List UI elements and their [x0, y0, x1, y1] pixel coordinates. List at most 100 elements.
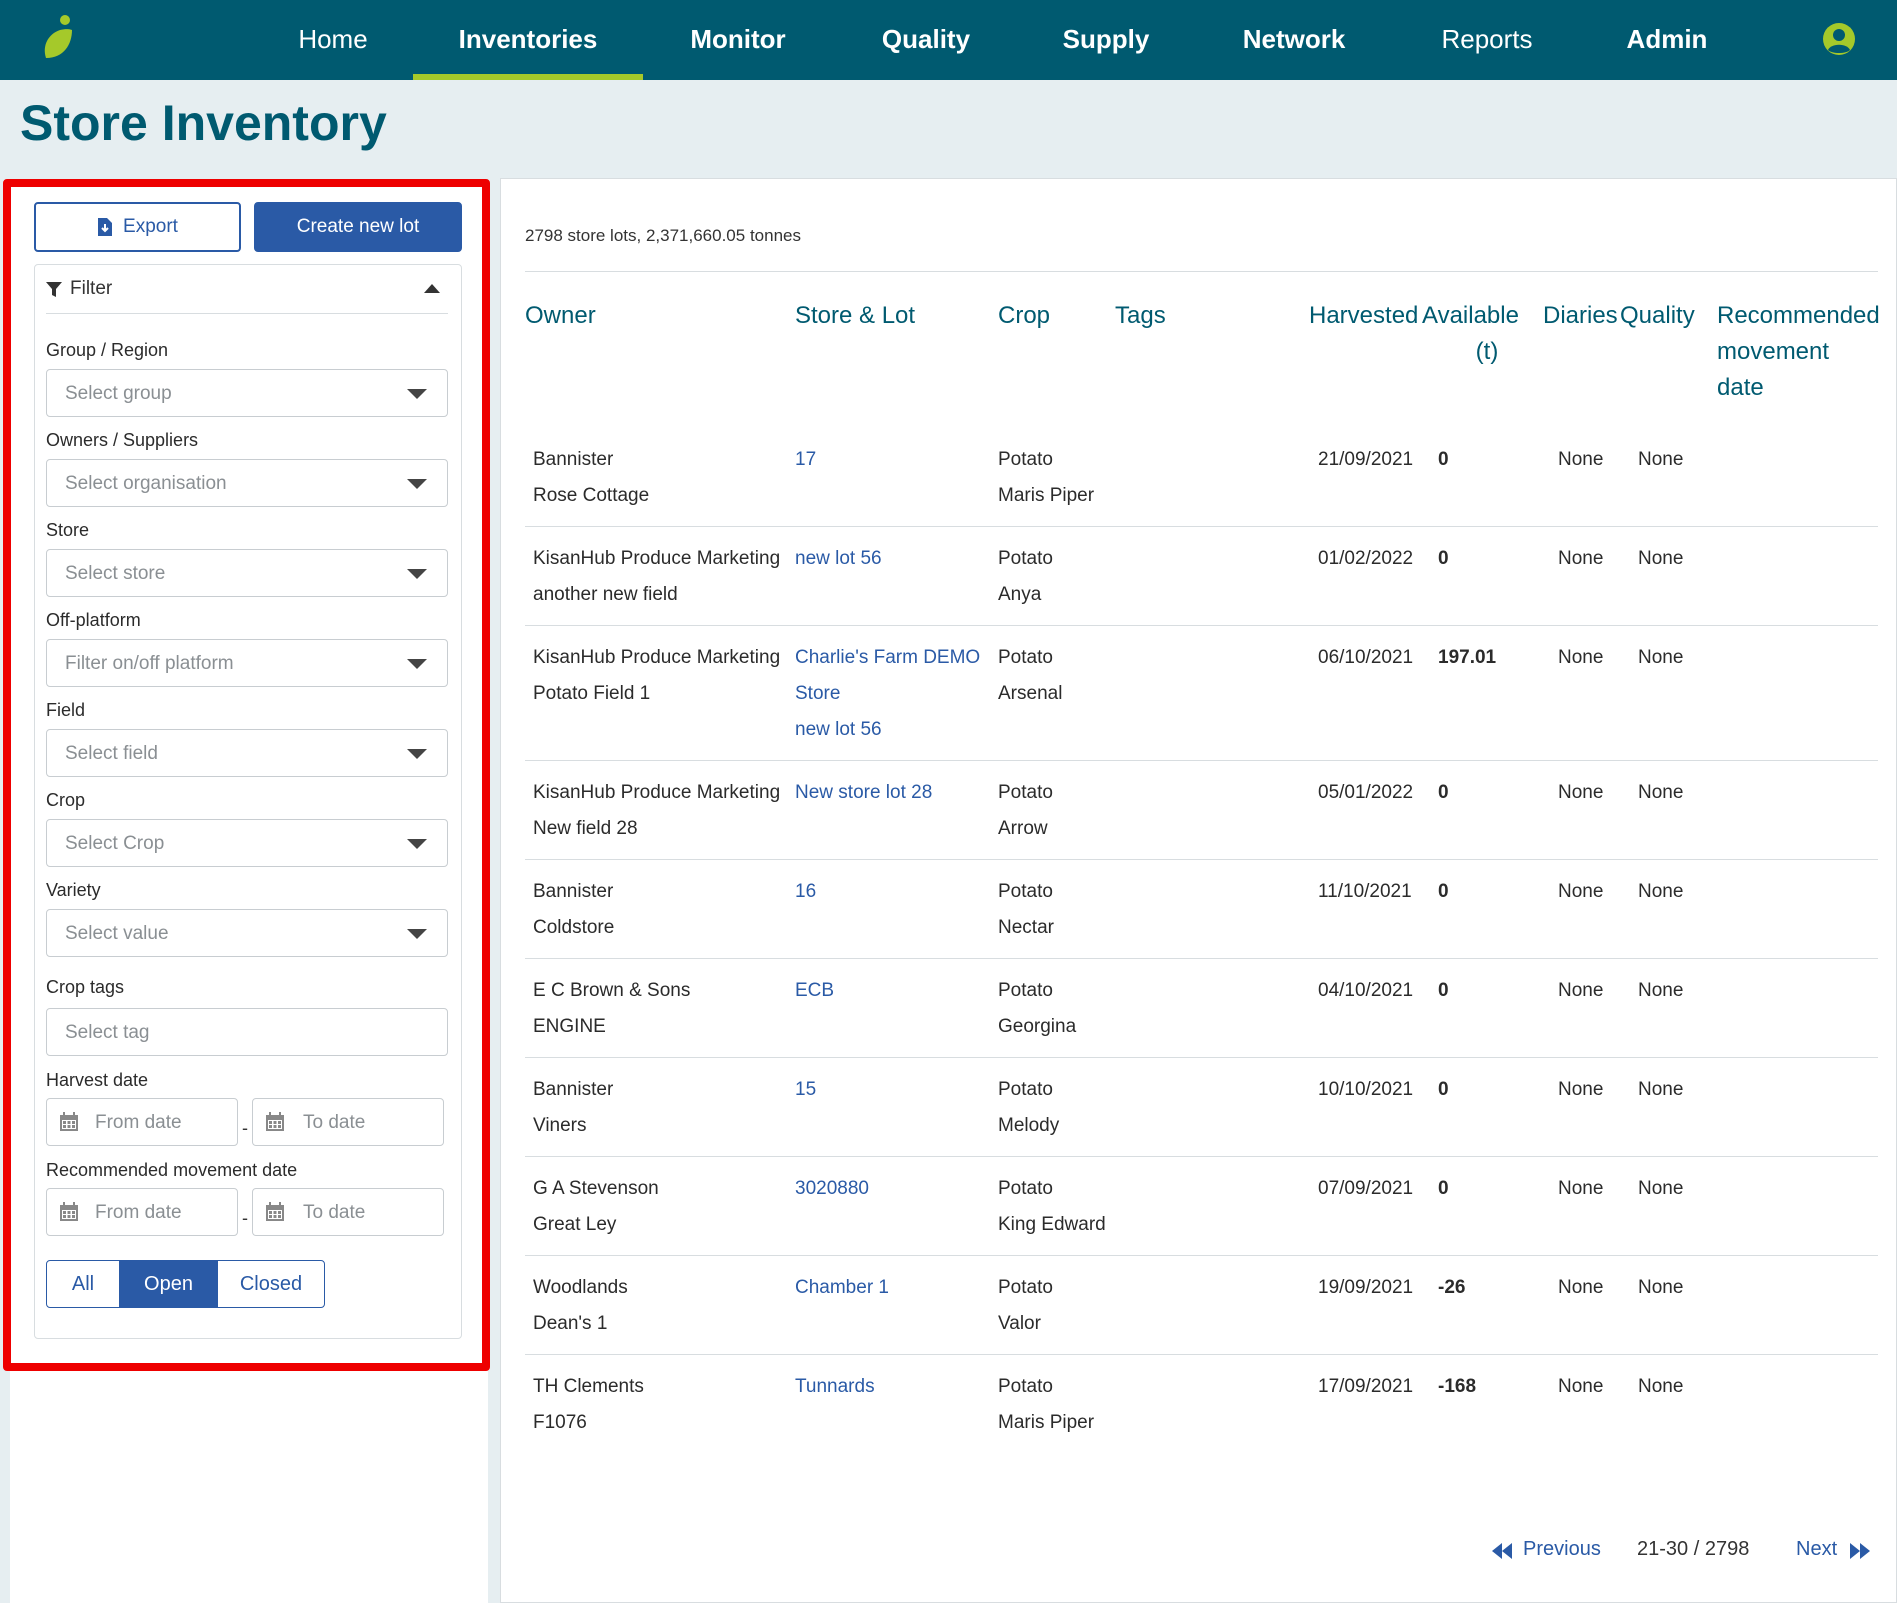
crop-variety: King Edward [998, 1214, 1106, 1235]
off-platform-select-placeholder: Filter on/off platform [65, 653, 234, 674]
movement-to-date-input[interactable]: To date [252, 1188, 444, 1236]
crop-variety: Maris Piper [998, 485, 1095, 506]
create-new-lot-button[interactable]: Create new lot [254, 202, 462, 252]
column-header-available[interactable]: Available [1422, 298, 1519, 334]
movement-from-date-input[interactable]: From date [46, 1188, 238, 1236]
status-all-button[interactable]: All [46, 1260, 120, 1308]
owner-field: Viners [533, 1115, 587, 1136]
store-select[interactable]: Select store [46, 549, 448, 597]
field-select-placeholder: Select field [65, 743, 158, 764]
diaries-value: None [1558, 548, 1604, 569]
nav-network[interactable]: Network [1229, 0, 1359, 80]
status-closed-button[interactable]: Closed [217, 1260, 325, 1308]
crop-variety: Valor [998, 1313, 1041, 1334]
column-header-recommended[interactable]: Recommended [1717, 298, 1880, 334]
store-lot-link[interactable]: Charlie's Farm DEMO [795, 640, 980, 676]
column-header-tags: Tags [1115, 302, 1166, 329]
harvest-to-date-input[interactable]: To date [252, 1098, 444, 1146]
nav-inventories[interactable]: Inventories [413, 0, 643, 80]
harvest-from-date-input[interactable]: From date [46, 1098, 238, 1146]
organisation-select[interactable]: Select organisation [46, 459, 448, 507]
crop-select-placeholder: Select Crop [65, 833, 165, 854]
quality-value: None [1638, 980, 1684, 1001]
group-select[interactable]: Select group [46, 369, 448, 417]
store-lot-link[interactable]: 15 [795, 1072, 816, 1108]
crop-name: Potato [998, 647, 1053, 668]
owner-field: Potato Field 1 [533, 683, 651, 704]
movement-date-label: Recommended movement date [46, 1160, 298, 1180]
row-divider [525, 958, 1878, 959]
quality-value: None [1638, 449, 1684, 470]
owner-name: E C Brown & Sons [533, 980, 691, 1001]
store-lot-link[interactable]: new lot 56 [795, 541, 882, 577]
nav-reports[interactable]: Reports [1427, 0, 1547, 80]
available-tonnes: 0 [1438, 1079, 1449, 1100]
diaries-value: None [1558, 881, 1604, 902]
chevron-down-icon [407, 749, 427, 759]
status-open-button[interactable]: Open [120, 1260, 217, 1308]
column-header-crop[interactable]: Crop [998, 298, 1050, 334]
variety-label: Variety [46, 880, 101, 900]
row-divider [525, 859, 1878, 860]
nav-quality[interactable]: Quality [866, 0, 986, 80]
quality-value: None [1638, 647, 1684, 668]
column-header-store-lot[interactable]: Store & Lot [795, 298, 915, 334]
column-header-owner[interactable]: Owner [525, 298, 596, 334]
owners-suppliers-label: Owners / Suppliers [46, 430, 199, 450]
harvested-date: 01/02/2022 [1318, 548, 1414, 569]
pagination-range: 21-30 / 2798 [1637, 1538, 1750, 1560]
calendar-icon [60, 1202, 78, 1221]
owner-name: TH Clements [533, 1376, 644, 1397]
nav-supply[interactable]: Supply [1046, 0, 1166, 80]
off-platform-select[interactable]: Filter on/off platform [46, 639, 448, 687]
nav-admin[interactable]: Admin [1612, 0, 1722, 80]
next-arrows-icon[interactable] [1849, 1542, 1871, 1560]
diaries-value: None [1558, 980, 1604, 1001]
store-lot-link[interactable]: 16 [795, 874, 816, 910]
date-range-separator: - [242, 1118, 248, 1138]
harvested-date: 21/09/2021 [1318, 449, 1414, 470]
date-range-separator: - [242, 1208, 248, 1228]
owner-field: New field 28 [533, 818, 638, 839]
column-header-harvested[interactable]: Harvested [1309, 298, 1418, 334]
owner-field: Great Ley [533, 1214, 617, 1235]
store-lot-link-line2[interactable]: Store [795, 676, 840, 712]
store-lot-link[interactable]: Chamber 1 [795, 1270, 889, 1306]
crop-variety: Maris Piper [998, 1412, 1095, 1433]
available-tonnes: -26 [1438, 1277, 1466, 1298]
export-button[interactable]: Export [34, 202, 241, 252]
store-lot-link[interactable]: 17 [795, 442, 816, 478]
harvested-date: 05/01/2022 [1318, 782, 1414, 803]
crop-select[interactable]: Select Crop [46, 819, 448, 867]
row-divider [525, 1354, 1878, 1355]
pagination-previous[interactable]: Previous [1523, 1538, 1601, 1561]
crop-variety: Nectar [998, 917, 1054, 938]
store-lot-link[interactable]: ECB [795, 973, 834, 1009]
store-select-placeholder: Select store [65, 563, 166, 584]
nav-monitor[interactable]: Monitor [678, 0, 798, 80]
app-logo-icon[interactable] [38, 14, 78, 62]
quality-value: None [1638, 1277, 1684, 1298]
column-header-recommended-line3: date [1717, 374, 1764, 401]
nav-home[interactable]: Home [283, 0, 383, 80]
column-header-quality: Quality [1620, 302, 1695, 329]
harvested-date: 07/09/2021 [1318, 1178, 1414, 1199]
filter-header[interactable]: Filter [46, 278, 448, 314]
store-lot-link[interactable]: Tunnards [795, 1369, 875, 1405]
user-account-icon[interactable] [1822, 22, 1856, 56]
owner-field: Coldstore [533, 917, 615, 938]
organisation-select-placeholder: Select organisation [65, 473, 227, 494]
quality-value: None [1638, 1079, 1684, 1100]
field-select[interactable]: Select field [46, 729, 448, 777]
diaries-value: None [1558, 782, 1604, 803]
previous-arrows-icon[interactable] [1491, 1542, 1513, 1560]
harvested-date: 04/10/2021 [1318, 980, 1414, 1001]
store-lot-link[interactable]: New store lot 28 [795, 775, 932, 811]
lot-link[interactable]: new lot 56 [795, 712, 882, 748]
variety-select[interactable]: Select value [46, 909, 448, 957]
pagination-next[interactable]: Next [1796, 1538, 1837, 1561]
store-lot-link[interactable]: 3020880 [795, 1171, 869, 1207]
crop-name: Potato [998, 881, 1053, 902]
crop-tag-input[interactable]: Select tag [46, 1008, 448, 1056]
collapse-caret-icon[interactable] [424, 284, 440, 293]
